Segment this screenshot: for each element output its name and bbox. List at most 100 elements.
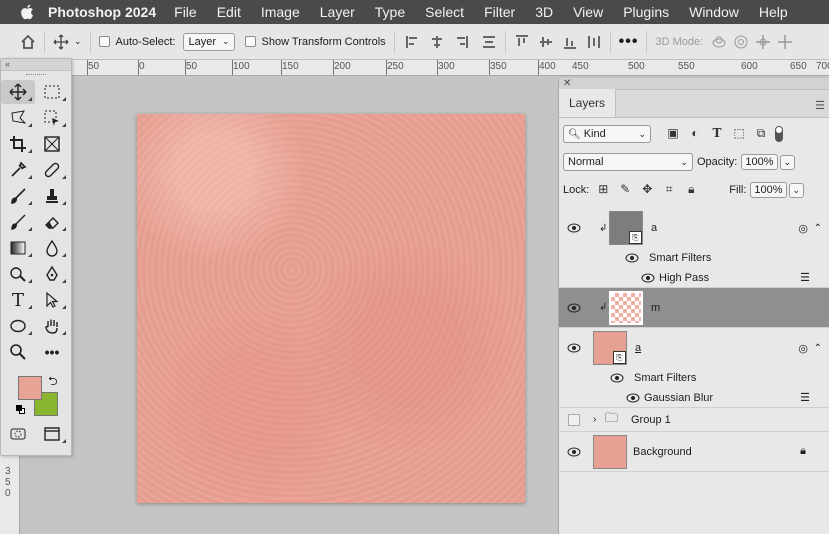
object-selection-tool[interactable] [35,106,69,130]
layer-row[interactable]: ⎘ a ◎ ⌃ [559,328,829,368]
blend-mode-dropdown[interactable]: Normal ⌄ [563,153,693,171]
lock-all-icon[interactable]: 🔒︎ [683,182,699,198]
lock-image-pixels-icon[interactable]: ✎ [617,182,633,198]
menu-window[interactable]: Window [689,4,739,20]
fill-field[interactable]: 100% [750,182,787,198]
chevron-up-icon[interactable]: ⌃ [814,343,822,354]
horizontal-ruler-right[interactable]: 450 500 550 600 650 700 [558,60,829,76]
horizontal-ruler[interactable]: 50 0 50 100 150 200 250 300 350 400 [20,60,558,76]
lock-position-icon[interactable]: ✥ [639,182,655,198]
eye-icon[interactable] [610,373,624,383]
home-icon[interactable] [20,34,36,50]
collapse-tools-icon[interactable]: « [1,59,71,71]
apple-logo-icon[interactable] [20,4,34,20]
move-tool[interactable] [1,80,35,104]
path-selection-tool[interactable] [35,288,69,312]
3d-roll-icon[interactable] [733,34,749,50]
show-transform-controls-checkbox[interactable] [244,36,256,47]
filter-shape-icon[interactable]: ⬚ [731,126,747,142]
lock-icon[interactable]: 🔒︎ [800,445,806,458]
ellipse-tool[interactable] [1,314,35,338]
filter-row[interactable]: Gaussian Blur ☰ [559,388,829,408]
chevron-down-icon[interactable]: ⌄ [74,36,82,47]
group-name[interactable]: Group 1 [631,414,671,426]
document-canvas[interactable] [137,114,525,503]
menu-file[interactable]: File [174,4,197,20]
distribute-vertical-icon[interactable] [481,34,497,50]
smart-filter-indicator-icon[interactable]: ◎ [798,342,808,355]
eye-icon[interactable] [641,273,655,283]
menu-3d[interactable]: 3D [535,4,553,20]
align-vertical-centers-icon[interactable] [538,34,554,50]
blur-tool[interactable] [35,236,69,260]
filter-smart-object-icon[interactable]: ⧉ [753,126,769,142]
align-horizontal-centers-icon[interactable] [429,34,445,50]
layer-name[interactable]: Background [633,446,692,458]
layer-row-selected[interactable]: ↲ m [559,288,829,328]
smart-filters-row[interactable]: Smart Filters [559,248,829,268]
filter-blending-options-icon[interactable]: ☰ [800,271,810,284]
eye-icon[interactable] [567,447,581,457]
zoom-tool[interactable] [1,340,35,364]
edit-toolbar-button[interactable]: ••• [35,340,69,364]
smart-filter-indicator-icon[interactable]: ◎ [798,222,808,235]
panel-menu-icon[interactable]: ☰ [815,99,825,112]
eye-icon[interactable] [626,393,640,403]
lock-transparent-pixels-icon[interactable]: ⊞ [595,182,611,198]
eye-icon[interactable] [625,253,639,263]
distribute-horizontal-icon[interactable] [586,34,602,50]
group-row[interactable]: › 🗀 Group 1 [559,408,829,432]
screen-mode-button[interactable] [35,422,69,446]
tools-panel-grip[interactable] [1,71,71,79]
frame-tool[interactable] [35,132,69,156]
opacity-field[interactable]: 100% [741,154,778,170]
menu-filter[interactable]: Filter [484,4,515,20]
opacity-slider-toggle[interactable]: ⌄ [779,154,796,170]
pen-tool[interactable] [35,262,69,286]
visibility-toggle-empty[interactable] [568,413,580,426]
eyedropper-tool[interactable] [1,158,35,182]
foreground-color-swatch[interactable] [18,376,42,400]
menu-view[interactable]: View [573,4,603,20]
filter-toggle-icon[interactable] [775,126,783,142]
align-left-edges-icon[interactable] [405,34,421,50]
eraser-tool[interactable] [35,210,69,234]
type-tool[interactable]: T [1,288,35,312]
swap-colors-icon[interactable]: ⮌ [48,372,58,393]
menu-image[interactable]: Image [261,4,300,20]
menu-plugins[interactable]: Plugins [623,4,669,20]
chevron-up-icon[interactable]: ⌃ [814,223,822,234]
gradient-tool[interactable] [1,236,35,260]
filter-adjustment-icon[interactable]: ◐ [687,126,703,142]
auto-select-checkbox[interactable] [98,36,110,47]
lasso-tool[interactable] [1,106,35,130]
3d-pan-icon[interactable] [755,34,771,50]
kind-filter-dropdown[interactable]: 🔍︎ Kind ⌄ [563,125,651,143]
layer-row[interactable]: Background 🔒︎ [559,432,829,472]
layer-name[interactable]: a [651,222,657,234]
filter-pixel-icon[interactable]: ▣ [665,126,681,142]
layer-name[interactable]: m [651,302,660,314]
menu-select[interactable]: Select [425,4,464,20]
align-bottom-edges-icon[interactable] [562,34,578,50]
history-brush-tool[interactable] [1,210,35,234]
clone-stamp-tool[interactable] [35,184,69,208]
dodge-tool[interactable] [1,262,35,286]
menu-help[interactable]: Help [759,4,788,20]
eye-icon[interactable] [567,303,581,313]
eye-icon[interactable] [567,343,581,353]
chevron-right-icon[interactable]: › [593,414,596,425]
filter-type-icon[interactable]: T [709,126,725,142]
more-options-icon[interactable]: ••• [619,33,639,51]
menu-layer[interactable]: Layer [320,4,355,20]
fill-slider-toggle[interactable]: ⌄ [788,182,805,198]
align-top-edges-icon[interactable] [514,34,530,50]
layer-row[interactable]: ↲ ⎘ a ◎ ⌃ [559,208,829,248]
3d-slide-icon[interactable] [777,34,793,50]
tab-layers[interactable]: Layers [559,89,617,117]
spot-healing-brush-tool[interactable] [35,158,69,182]
rectangular-marquee-tool[interactable] [35,80,69,104]
3d-orbit-icon[interactable] [711,34,727,50]
default-colors-icon[interactable] [16,405,26,415]
brush-tool[interactable] [1,184,35,208]
